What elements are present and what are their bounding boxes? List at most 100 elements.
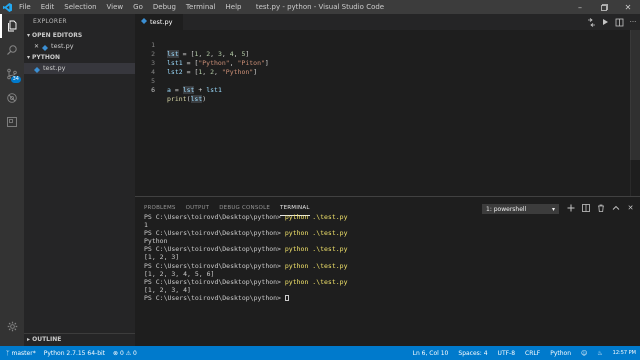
editor-actions: ···: [584, 14, 640, 30]
terminal-command: python .\test.py: [284, 229, 348, 238]
code-line: 2 lst1 = ["Python", "Piton"]: [135, 41, 630, 67]
interpreter-status[interactable]: Python 2.7.15 64-bit: [44, 350, 105, 357]
status-left: ᛉ master* Python 2.7.15 64-bit ⊗ 0 ⚠ 0: [0, 350, 137, 357]
terminal-output[interactable]: PS C:\Users\toirovd\Desktop\python> pyth…: [144, 213, 624, 302]
line-ending[interactable]: CRLF: [525, 350, 540, 357]
explorer-header: EXPLORER: [33, 18, 67, 25]
menu-bar: File Edit Selection View Go Debug Termin…: [14, 3, 246, 11]
warning-count: 0: [133, 349, 137, 357]
terminal-line: Python: [144, 237, 168, 246]
tab-label: test.py: [150, 18, 173, 26]
outline-label: OUTLINE: [32, 336, 62, 343]
open-editors-section[interactable]: ▾ OPEN EDITORS: [24, 30, 135, 41]
vscode-logo-icon: [0, 0, 14, 14]
terminal-line: 1: [144, 221, 148, 230]
activity-bar: 34: [0, 14, 24, 346]
source-control-icon[interactable]: 34: [0, 62, 24, 86]
editor-tabs: test.py ···: [135, 14, 640, 30]
python-file-icon: [42, 44, 49, 51]
menu-edit[interactable]: Edit: [36, 3, 60, 11]
files-icon[interactable]: [0, 14, 24, 38]
terminal-cursor: [284, 294, 289, 301]
scm-badge: 34: [10, 76, 21, 83]
terminal-line: [1, 2, 3, 4]: [144, 285, 191, 294]
outline-section[interactable]: ▸ OUTLINE: [24, 333, 135, 346]
language-mode[interactable]: Python: [550, 350, 571, 357]
code-line: 4: [135, 59, 630, 76]
terminal-scrollbar[interactable]: [630, 219, 640, 347]
open-editor-name: test.py: [51, 42, 74, 50]
error-count: 0: [119, 349, 124, 357]
smiley-icon[interactable]: ☺: [581, 350, 587, 357]
terminal-prompt: PS C:\Users\toirovd\Desktop\python>: [144, 261, 281, 270]
tab-test-py[interactable]: test.py: [135, 14, 183, 30]
code-editor[interactable]: 1 lst = [1, 2, 3, 4, 5] 2 lst1 = ["Pytho…: [135, 30, 640, 196]
terminal-line: PS C:\Users\toirovd\Desktop\python>: [144, 294, 624, 302]
minimize-icon[interactable]: –: [568, 0, 592, 14]
clock: 12:57 PM: [612, 350, 636, 356]
search-icon[interactable]: [0, 38, 24, 62]
menu-view[interactable]: View: [102, 3, 129, 11]
git-branch-icon: ᛉ: [6, 349, 10, 357]
code-line: 5 a = lst + lst1: [135, 68, 630, 94]
menu-selection[interactable]: Selection: [59, 3, 101, 11]
indentation[interactable]: Spaces: 4: [458, 350, 487, 357]
explorer-sidebar: EXPLORER ▾ OPEN EDITORS ✕ test.py ▾ PYTH…: [24, 14, 135, 346]
problems-status[interactable]: ⊗ 0 ⚠ 0: [113, 350, 137, 357]
editor-scrollbar[interactable]: [630, 30, 640, 196]
menu-debug[interactable]: Debug: [148, 3, 181, 11]
debug-icon[interactable]: [0, 86, 24, 110]
extensions-icon[interactable]: [0, 110, 24, 134]
file-item[interactable]: test.py: [24, 63, 135, 74]
terminal-line: PS C:\Users\toirovd\Desktop\python> pyth…: [144, 262, 624, 270]
bell-icon[interactable]: ♨: [597, 350, 602, 357]
code-line-current: 6 print(lst): [135, 77, 630, 103]
terminal-command: python .\test.py: [284, 277, 348, 286]
code-text: a = lst + lst1: [167, 86, 222, 94]
run-icon[interactable]: [598, 14, 612, 30]
terminal-prompt: PS C:\Users\toirovd\Desktop\python>: [144, 213, 281, 221]
warning-icon: ⚠: [125, 349, 132, 357]
python-folder-label: PYTHON: [32, 54, 60, 61]
code-text: print(lst): [167, 95, 207, 103]
more-icon[interactable]: ···: [626, 14, 640, 30]
open-editor-item[interactable]: ✕ test.py: [24, 41, 135, 52]
compare-icon[interactable]: [584, 14, 598, 30]
code-line: 1 lst = [1, 2, 3, 4, 5]: [135, 32, 630, 58]
terminal-line: [1, 2, 3]: [144, 253, 180, 262]
terminal-line: PS C:\Users\toirovd\Desktop\python> pyth…: [144, 229, 624, 237]
window-controls: – ✕: [568, 0, 640, 14]
line-number: 6: [151, 86, 155, 94]
code-line: 3 lst2 = [1, 2, "Python"]: [135, 50, 630, 76]
terminal-prompt: PS C:\Users\toirovd\Desktop\python>: [144, 293, 281, 302]
encoding[interactable]: UTF-8: [498, 350, 516, 357]
menu-file[interactable]: File: [14, 3, 36, 11]
branch-status[interactable]: ᛉ master*: [6, 350, 36, 357]
terminal-prompt: PS C:\Users\toirovd\Desktop\python>: [144, 229, 281, 238]
terminal-command: python .\test.py: [284, 245, 348, 254]
terminal-prompt: PS C:\Users\toirovd\Desktop\python>: [144, 245, 281, 254]
terminal-line: PS C:\Users\toirovd\Desktop\python> pyth…: [144, 213, 624, 221]
cursor-position[interactable]: Ln 6, Col 10: [413, 350, 449, 357]
branch-name: master*: [11, 349, 36, 357]
gear-icon[interactable]: [0, 316, 24, 336]
menu-go[interactable]: Go: [128, 3, 148, 11]
terminal-line: PS C:\Users\toirovd\Desktop\python> pyth…: [144, 245, 624, 253]
restore-icon[interactable]: [592, 0, 616, 14]
terminal-selector-value: 1: powershell: [486, 206, 527, 213]
close-icon[interactable]: ✕: [34, 41, 39, 52]
status-right: Ln 6, Col 10 Spaces: 4 UTF-8 CRLF Python…: [413, 346, 640, 360]
scrollbar-thumb[interactable]: [630, 30, 640, 160]
menu-help[interactable]: Help: [221, 3, 247, 11]
menu-terminal[interactable]: Terminal: [181, 3, 221, 11]
split-editor-icon[interactable]: [612, 14, 626, 30]
bottom-panel: PROBLEMS OUTPUT DEBUG CONSOLE TERMINAL 1…: [135, 196, 640, 346]
python-folder-section[interactable]: ▾ PYTHON: [24, 52, 135, 63]
terminal-command: python .\test.py: [284, 261, 348, 270]
error-icon: ⊗: [113, 349, 119, 357]
close-panel-icon[interactable]: ✕: [623, 202, 638, 214]
close-icon[interactable]: ✕: [616, 0, 640, 14]
open-editors-label: OPEN EDITORS: [32, 32, 83, 39]
terminal-prompt: PS C:\Users\toirovd\Desktop\python>: [144, 277, 281, 286]
status-bar: ᛉ master* Python 2.7.15 64-bit ⊗ 0 ⚠ 0 L…: [0, 346, 640, 360]
